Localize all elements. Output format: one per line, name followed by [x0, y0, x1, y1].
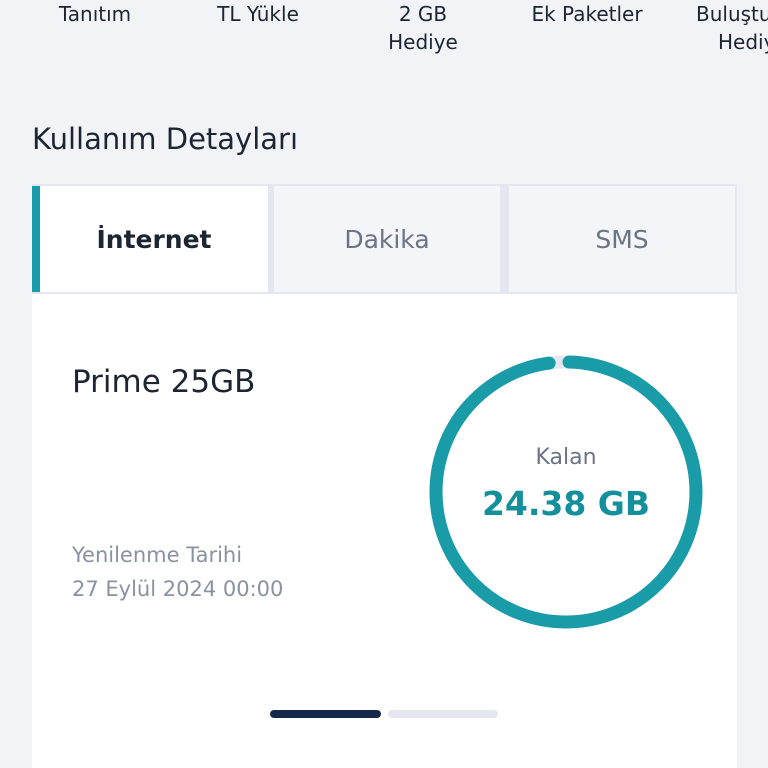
- quick-action-label: Hediye: [388, 30, 458, 54]
- quick-action-label: Buluştu: [696, 2, 768, 26]
- usage-tabs: İnternet Dakika SMS: [32, 184, 737, 294]
- remaining-label: Kalan: [535, 445, 597, 470]
- tab-internet[interactable]: İnternet: [32, 186, 268, 292]
- quick-action-tl-yukle[interactable]: TL Yükle: [193, 0, 323, 28]
- renewal-date: 27 Eylül 2024 00:00: [72, 577, 284, 601]
- quick-action-label: Hediy: [718, 30, 768, 54]
- quick-action-tanitim[interactable]: Tanıtım: [30, 0, 160, 28]
- quick-action-label: Tanıtım: [58, 2, 132, 26]
- pager-indicator-active[interactable]: [270, 710, 381, 718]
- quick-action-label: Ek Paketler: [531, 2, 643, 26]
- usage-card: Prime 25GB Yenilenme Tarihi 27 Eylül 202…: [32, 294, 737, 768]
- quick-action-bulustur-hediye[interactable]: Buluştu Hediy: [690, 0, 768, 56]
- usage-details-title: Kullanım Detayları: [32, 122, 299, 156]
- pager-indicator[interactable]: [388, 710, 498, 718]
- tab-dakika[interactable]: Dakika: [274, 186, 500, 292]
- quick-action-label: TL Yükle: [217, 2, 299, 26]
- plan-name: Prime 25GB: [72, 364, 256, 400]
- quick-actions-row: Tanıtım TL Yükle 2 GB Hediye Ek Paketler…: [0, 0, 768, 60]
- remaining-value: 24.38 GB: [481, 484, 651, 523]
- quick-action-2gb-hediye[interactable]: 2 GB Hediye: [358, 0, 488, 56]
- renewal-label: Yenilenme Tarihi: [72, 543, 243, 567]
- quick-action-label: 2 GB: [398, 2, 448, 26]
- tab-sms[interactable]: SMS: [509, 186, 735, 292]
- quick-action-ek-paketler[interactable]: Ek Paketler: [522, 0, 652, 28]
